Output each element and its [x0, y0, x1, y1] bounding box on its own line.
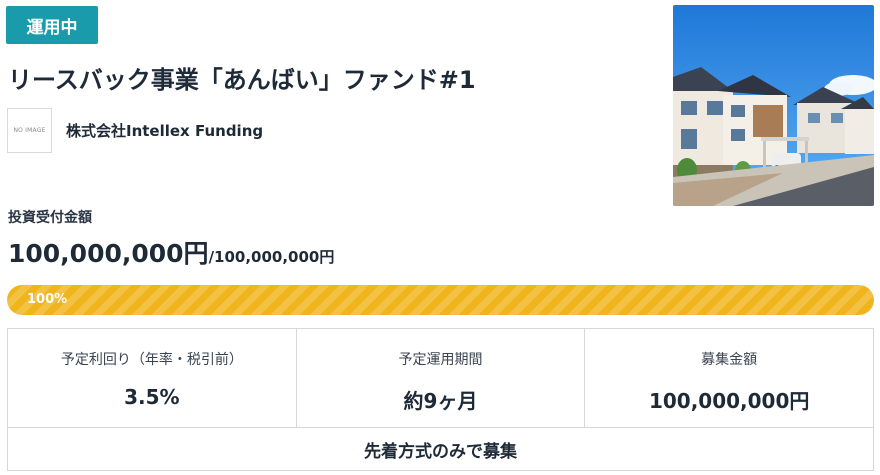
target-investment-amount: /100,000,000円: [208, 248, 335, 266]
offering-amount-label: 募集金額: [701, 352, 758, 368]
offering-method-note: 先着方式のみで募集: [364, 441, 517, 462]
company-name: 株式会社Intellex Funding: [66, 122, 264, 140]
investment-amount: 100,000,000円/100,000,000円: [8, 234, 334, 270]
fund-title[interactable]: リースバック事業「あんばい」ファンド#1: [8, 60, 476, 95]
fund-house-photo[interactable]: [673, 5, 874, 206]
funding-progress-fill: [7, 285, 874, 315]
investment-amount-label: 投資受付金額: [8, 210, 92, 226]
funding-progress-label: 100%: [27, 292, 68, 307]
expected-yield-value: 3.5%: [124, 385, 180, 409]
status-badge: 運用中: [6, 6, 98, 44]
fund-info-table: 予定利回り（年率・税引前） 3.5% 予定運用期間 約9ヶ月 募集金額 100,…: [7, 328, 874, 471]
operation-period-label: 予定運用期間: [398, 352, 483, 368]
operation-period-cell: 予定運用期間 約9ヶ月: [295, 329, 585, 427]
offering-amount-value: 100,000,000円: [648, 389, 810, 413]
company-logo-placeholder: NO IMAGE: [7, 108, 52, 153]
expected-yield-label: 予定利回り（年率・税引前）: [60, 352, 243, 368]
funding-progress-bar: 100%: [7, 285, 874, 315]
operation-period-value: 約9ヶ月: [403, 389, 478, 413]
offering-amount-cell: 募集金額 100,000,000円: [584, 329, 873, 427]
expected-yield-cell: 予定利回り（年率・税引前） 3.5%: [8, 329, 296, 427]
current-investment-amount: 100,000,000円: [8, 239, 209, 268]
